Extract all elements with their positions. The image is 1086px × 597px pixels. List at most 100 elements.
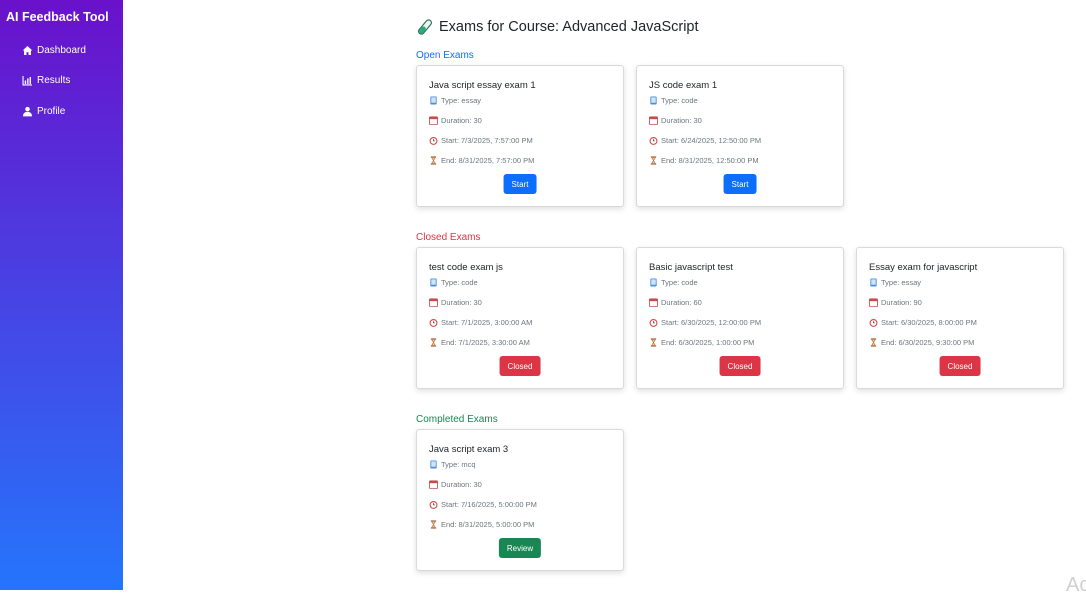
- book-icon: [649, 278, 658, 287]
- activate-watermark: Ac: [1066, 574, 1086, 596]
- calendar-icon: [429, 116, 438, 125]
- exam-duration: Duration: 30: [441, 116, 482, 125]
- calendar-icon: [869, 298, 878, 307]
- hourglass-icon: [869, 338, 878, 347]
- exam-start-row: Start: 7/1/2025, 3:00:00 AM: [429, 318, 532, 327]
- exam-title: Basic javascript test: [649, 262, 733, 273]
- exam-type: Type: code: [661, 96, 698, 105]
- book-icon: [429, 460, 438, 469]
- exam-duration: Duration: 30: [661, 116, 702, 125]
- exam-title: Essay exam for javascript: [869, 262, 978, 273]
- exam-end-row: End: 8/31/2025, 5:00:00 PM: [429, 520, 534, 529]
- exam-type: Type: essay: [441, 96, 482, 105]
- exam-duration: Duration: 30: [441, 480, 482, 489]
- exam-duration: Duration: 90: [881, 298, 922, 307]
- exam-card: Java script exam 3 Type: mcq Duration: 3…: [416, 429, 624, 571]
- exam-type-row: Type: essay: [869, 278, 921, 287]
- exam-end-row: End: 8/31/2025, 7:57:00 PM: [429, 156, 534, 165]
- sidebar-item-label: Dashboard: [37, 45, 86, 56]
- exam-duration-row: Duration: 30: [649, 116, 702, 125]
- calendar-icon: [429, 298, 438, 307]
- completed-exams-title: Completed Exams: [416, 414, 498, 425]
- page-title: Exams for Course: Advanced JavaScript: [416, 18, 699, 36]
- exam-end: End: 7/1/2025, 3:30:00 AM: [441, 338, 530, 347]
- exam-end: End: 6/30/2025, 9:30:00 PM: [881, 338, 975, 347]
- exam-end-row: End: 6/30/2025, 9:30:00 PM: [869, 338, 974, 347]
- alarm-clock-icon: [429, 136, 438, 145]
- exam-duration: Duration: 30: [441, 298, 482, 307]
- exam-end-row: End: 8/31/2025, 12:50:00 PM: [649, 156, 759, 165]
- exam-type: Type: mcq: [441, 460, 476, 469]
- exam-type-row: Type: mcq: [429, 460, 476, 469]
- exam-type-row: Type: code: [429, 278, 478, 287]
- exam-type-row: Type: code: [649, 96, 698, 105]
- hourglass-icon: [429, 520, 438, 529]
- exam-start-row: Start: 6/30/2025, 8:00:00 PM: [869, 318, 977, 327]
- exam-start-row: Start: 6/30/2025, 12:00:00 PM: [649, 318, 761, 327]
- book-icon: [429, 96, 438, 105]
- exam-end: End: 8/31/2025, 5:00:00 PM: [441, 520, 535, 529]
- exam-start: Start: 6/30/2025, 12:00:00 PM: [661, 318, 762, 327]
- exam-title: Java script essay exam 1: [429, 80, 536, 91]
- closed-button[interactable]: Closed: [719, 356, 761, 376]
- book-icon: [649, 96, 658, 105]
- exam-type-row: Type: code: [649, 278, 698, 287]
- alarm-clock-icon: [429, 318, 438, 327]
- exam-start-row: Start: 7/16/2025, 5:00:00 PM: [429, 500, 537, 509]
- exam-duration-row: Duration: 30: [429, 116, 482, 125]
- chart-icon: [22, 76, 32, 86]
- exam-start: Start: 7/1/2025, 3:00:00 AM: [441, 318, 533, 327]
- exam-type-row: Type: essay: [429, 96, 481, 105]
- exam-duration-row: Duration: 90: [869, 298, 922, 307]
- exam-type: Type: essay: [881, 278, 922, 287]
- book-icon: [429, 278, 438, 287]
- exam-end-row: End: 7/1/2025, 3:30:00 AM: [429, 338, 530, 347]
- test-tube-icon: [418, 19, 432, 35]
- exam-end-row: End: 6/30/2025, 1:00:00 PM: [649, 338, 754, 347]
- closed-button[interactable]: Closed: [939, 356, 981, 376]
- exam-duration-row: Duration: 30: [429, 480, 482, 489]
- hourglass-icon: [429, 156, 438, 165]
- sidebar-item-profile[interactable]: Profile: [22, 106, 65, 117]
- exam-title: test code exam js: [429, 262, 503, 273]
- exam-start: Start: 7/16/2025, 5:00:00 PM: [441, 500, 537, 509]
- calendar-icon: [429, 480, 438, 489]
- closed-button[interactable]: Closed: [499, 356, 541, 376]
- sidebar-item-results[interactable]: Results: [22, 75, 70, 86]
- sidebar: AI Feedback Tool Dashboard Results Profi…: [0, 0, 123, 590]
- exam-title: JS code exam 1: [649, 80, 718, 91]
- exam-card: JS code exam 1 Type: code Duration: 30 S…: [636, 65, 844, 207]
- open-exams-title: Open Exams: [416, 50, 474, 61]
- exam-start-row: Start: 6/24/2025, 12:50:00 PM: [649, 136, 761, 145]
- sidebar-item-dashboard[interactable]: Dashboard: [22, 45, 86, 56]
- sidebar-item-label: Profile: [37, 106, 66, 117]
- user-icon: [23, 106, 32, 117]
- alarm-clock-icon: [429, 500, 438, 509]
- start-button[interactable]: Start: [503, 174, 537, 194]
- exam-type: Type: code: [441, 278, 478, 287]
- home-icon: [22, 46, 33, 55]
- calendar-icon: [649, 298, 658, 307]
- exam-duration-row: Duration: 60: [649, 298, 702, 307]
- exam-start: Start: 6/30/2025, 8:00:00 PM: [881, 318, 977, 327]
- hourglass-icon: [649, 338, 658, 347]
- book-icon: [869, 278, 878, 287]
- exam-card: Basic javascript test Type: code Duratio…: [636, 247, 844, 389]
- hourglass-icon: [649, 156, 658, 165]
- exam-card: Essay exam for javascript Type: essay Du…: [856, 247, 1064, 389]
- exam-duration-row: Duration: 30: [429, 298, 482, 307]
- exam-card: Java script essay exam 1 Type: essay Dur…: [416, 65, 624, 207]
- brand-title: AI Feedback Tool: [6, 10, 109, 24]
- calendar-icon: [649, 116, 658, 125]
- alarm-clock-icon: [649, 318, 658, 327]
- start-button[interactable]: Start: [723, 174, 757, 194]
- exam-card: test code exam js Type: code Duration: 3…: [416, 247, 624, 389]
- closed-exams-title: Closed Exams: [416, 232, 481, 243]
- exam-start: Start: 7/3/2025, 7:57:00 PM: [441, 136, 533, 145]
- page-title-text: Exams for Course: Advanced JavaScript: [439, 19, 699, 35]
- hourglass-icon: [429, 338, 438, 347]
- alarm-clock-icon: [869, 318, 878, 327]
- review-button[interactable]: Review: [498, 538, 542, 558]
- exam-duration: Duration: 60: [661, 298, 702, 307]
- alarm-clock-icon: [649, 136, 658, 145]
